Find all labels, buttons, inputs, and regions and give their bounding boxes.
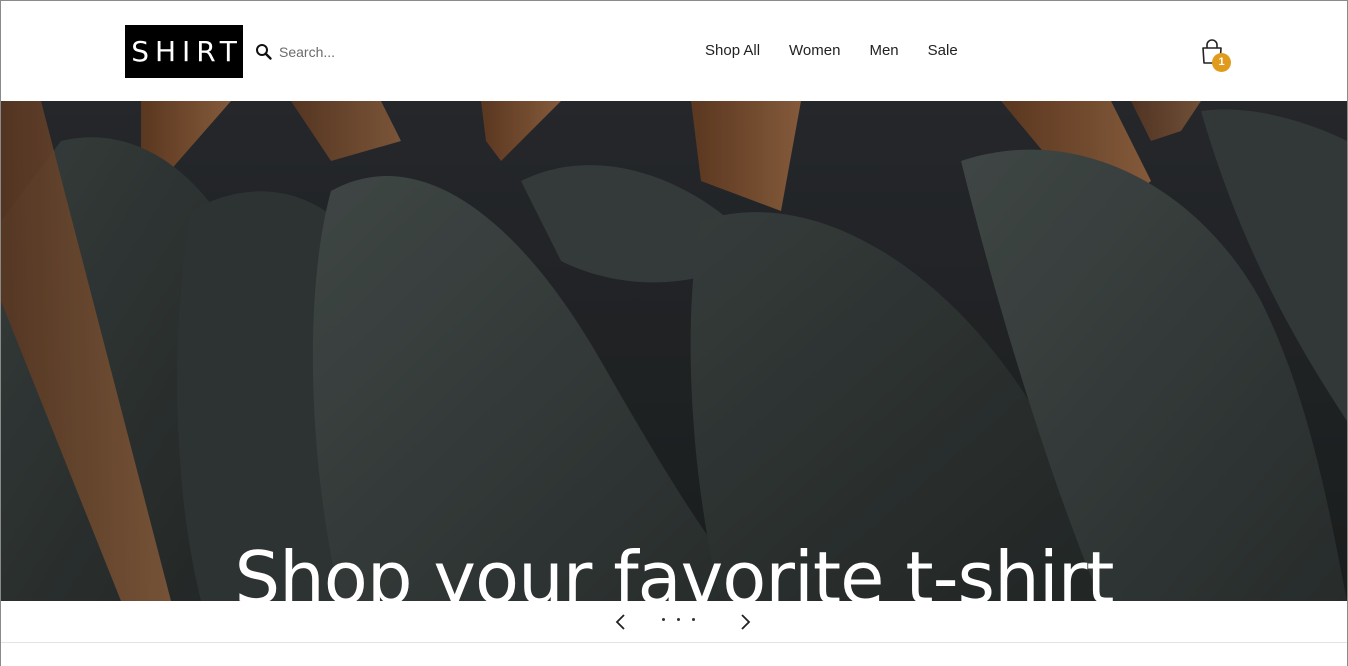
chevron-right-icon <box>741 614 751 630</box>
carousel-next-button[interactable] <box>735 611 755 633</box>
search-bar <box>255 39 429 65</box>
carousel-controls <box>1 601 1347 643</box>
brand-logo[interactable]: SHIRT <box>125 25 243 78</box>
chevron-left-icon <box>615 614 625 630</box>
site-header: SHIRT Shop All Women Men Sale 1 <box>1 1 1347 101</box>
nav-men[interactable]: Men <box>869 42 898 59</box>
search-icon[interactable] <box>255 43 273 61</box>
carousel-dot[interactable] <box>662 618 665 621</box>
nav-sale[interactable]: Sale <box>928 42 958 59</box>
carousel-dot[interactable] <box>677 618 680 621</box>
carousel-dots <box>662 618 695 621</box>
nav-shop-all[interactable]: Shop All <box>705 42 760 59</box>
carousel-dot[interactable] <box>692 618 695 621</box>
main-nav: Shop All Women Men Sale <box>705 42 958 59</box>
hero-banner: Shop your favorite t-shirt <box>1 101 1347 601</box>
cart-button[interactable]: 1 <box>1200 39 1234 75</box>
search-input[interactable] <box>279 44 429 60</box>
carousel-prev-button[interactable] <box>611 611 631 633</box>
hero-photo <box>1 101 1347 601</box>
nav-women[interactable]: Women <box>789 42 840 59</box>
hero-headline: Shop your favorite t-shirt <box>234 536 1114 601</box>
cart-count-badge: 1 <box>1212 53 1231 72</box>
